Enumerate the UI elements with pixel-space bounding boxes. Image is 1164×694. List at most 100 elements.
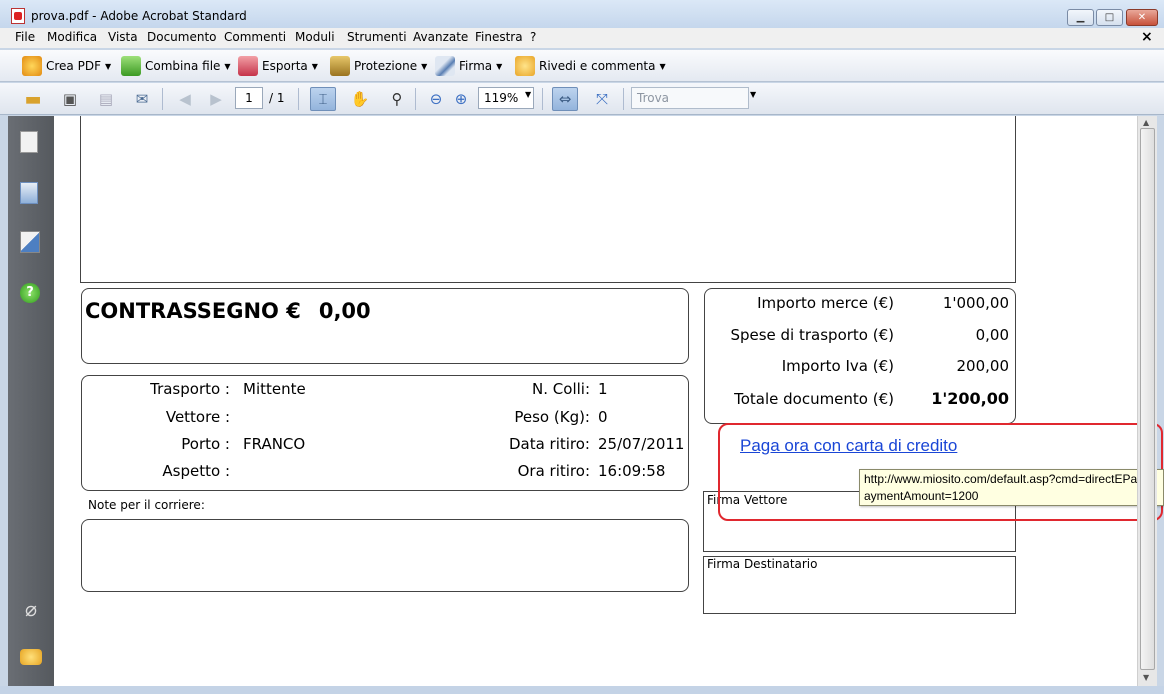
- peso-label: Peso (Kg):: [514, 408, 590, 426]
- fit-width-icon[interactable]: ⇔: [552, 87, 578, 111]
- zoom-in-icon[interactable]: ⊕: [448, 87, 474, 111]
- totals-label-totale: Totale documento (€): [734, 390, 894, 408]
- print-icon[interactable]: ▣: [57, 87, 83, 111]
- firma-button[interactable]: Firma ▼: [435, 55, 502, 77]
- data-ritiro-label: Data ritiro:: [508, 435, 590, 453]
- save-icon[interactable]: ▤: [93, 87, 119, 111]
- protezione-button[interactable]: Protezione ▼: [330, 55, 427, 77]
- chevron-down-icon[interactable]: ▼: [750, 90, 756, 99]
- pen-icon: [435, 56, 455, 76]
- combine-files-icon: [121, 56, 141, 76]
- hand-tool-icon[interactable]: ✋: [347, 87, 373, 111]
- menu-help[interactable]: ?: [530, 30, 536, 44]
- chevron-down-icon: ▼: [659, 61, 666, 71]
- chevron-down-icon: ▼: [496, 61, 503, 71]
- signatures-icon[interactable]: [20, 231, 40, 253]
- title-bar: prova.pdf - Adobe Acrobat Standard ▁ □ ✕: [0, 0, 1164, 30]
- toolbar-separator: [415, 88, 416, 110]
- previous-page-icon[interactable]: ◀: [172, 87, 198, 111]
- menu-avanzate[interactable]: Avanzate: [413, 30, 468, 44]
- toolbar-separator: [162, 88, 163, 110]
- chevron-down-icon: ▼: [421, 61, 428, 71]
- note-box: [81, 519, 689, 592]
- combina-file-label: Combina file: [145, 59, 221, 73]
- close-window-button[interactable]: ✕: [1126, 9, 1158, 26]
- menu-commenti[interactable]: Commenti: [224, 30, 286, 44]
- menu-strumenti[interactable]: Strumenti: [347, 30, 407, 44]
- chevron-down-icon[interactable]: ▼: [525, 90, 531, 99]
- comments-icon[interactable]: [20, 649, 42, 665]
- navigation-toolbar: ▬ ▣ ▤ ✉ ◀ ▶ ⌶ ✋ ⚲ ⊖ ⊕ ⇔ ⤧: [0, 83, 1164, 115]
- toolbar-separator: [542, 88, 543, 110]
- export-icon: [238, 56, 258, 76]
- create-pdf-icon: [22, 56, 42, 76]
- combina-file-button[interactable]: Combina file ▼: [121, 55, 231, 77]
- contrassegno-label: CONTRASSEGNO €: [85, 299, 301, 323]
- aspetto-label: Aspetto :: [162, 462, 230, 480]
- zoom-out-icon[interactable]: ⊖: [423, 87, 449, 111]
- scroll-down-icon[interactable]: ▼: [1143, 673, 1149, 682]
- totals-value-iva: 200,00: [956, 357, 1010, 375]
- crea-pdf-label: Crea PDF: [46, 59, 101, 73]
- chevron-down-icon: ▼: [224, 61, 231, 71]
- scroll-up-icon[interactable]: ▲: [1143, 118, 1149, 127]
- totals-value-totale: 1'200,00: [931, 389, 1009, 408]
- peso-value: 0: [598, 408, 608, 426]
- esporta-button[interactable]: Esporta ▼: [238, 55, 318, 77]
- contrassegno-value: 0,00: [318, 299, 371, 323]
- vertical-scrollbar[interactable]: ▲ ▼: [1137, 116, 1157, 686]
- close-document-icon[interactable]: ×: [1141, 29, 1153, 45]
- menu-vista[interactable]: Vista: [108, 30, 138, 44]
- bookmarks-icon[interactable]: [20, 182, 38, 204]
- protezione-label: Protezione: [354, 59, 418, 73]
- chevron-down-icon: ▼: [104, 61, 112, 71]
- task-toolbar: Crea PDF ▼ Combina file ▼ Esporta ▼ Protezi…: [0, 50, 1164, 82]
- trasporto-label: Trasporto :: [150, 380, 230, 398]
- open-folder-icon[interactable]: ▬: [20, 87, 46, 111]
- firma-label: Firma: [459, 59, 493, 73]
- help-icon[interactable]: ?: [20, 283, 40, 303]
- lock-icon: [330, 56, 350, 76]
- porto-value: FRANCO: [243, 435, 306, 453]
- next-page-icon[interactable]: ▶: [203, 87, 229, 111]
- contrassegno: CONTRASSEGNO € 0,00: [85, 299, 371, 323]
- maximize-button[interactable]: □: [1096, 9, 1123, 26]
- window-frame-bottom: [0, 686, 1164, 694]
- menu-finestra[interactable]: Finestra: [475, 30, 523, 44]
- window-title: prova.pdf - Adobe Acrobat Standard: [31, 9, 247, 23]
- colli-label: N. Colli:: [532, 380, 590, 398]
- scroll-thumb[interactable]: [1140, 128, 1155, 670]
- totals-value-merce: 1'000,00: [942, 294, 1009, 312]
- totals-label-merce: Importo merce (€): [757, 294, 894, 312]
- trasporto-value: Mittente: [243, 380, 306, 398]
- chevron-down-icon: ▼: [311, 61, 318, 71]
- vettore-label: Vettore :: [165, 408, 230, 426]
- pages-icon[interactable]: [20, 131, 38, 153]
- email-icon[interactable]: ✉: [129, 87, 155, 111]
- totals-label-trasporto: Spese di trasporto (€): [730, 326, 894, 344]
- rivedi-commenta-label: Rivedi e commenta: [539, 59, 656, 73]
- navigation-panel: ? ⌀: [8, 116, 54, 686]
- menu-moduli[interactable]: Moduli: [295, 30, 335, 44]
- data-ritiro-value: 25/07/2011: [598, 435, 685, 453]
- pdf-file-icon: [11, 8, 25, 24]
- attachments-icon[interactable]: ⌀: [20, 597, 42, 621]
- firma-destinatario-label: Firma Destinatario: [707, 557, 818, 571]
- menu-documento[interactable]: Documento: [147, 30, 217, 44]
- menu-modifica[interactable]: Modifica: [47, 30, 97, 44]
- crea-pdf-button[interactable]: Crea PDF ▼: [22, 55, 111, 77]
- toolbar-separator: [623, 88, 624, 110]
- ora-ritiro-value: 16:09:58: [598, 462, 666, 480]
- page-total: / 1: [269, 91, 285, 105]
- rivedi-commenta-button[interactable]: Rivedi e commenta ▼: [515, 55, 666, 77]
- link-tooltip: http://www.miosito.com/default.asp?cmd=d…: [859, 469, 1164, 506]
- menu-file[interactable]: File: [15, 30, 35, 44]
- minimize-button[interactable]: ▁: [1067, 9, 1094, 26]
- zoom-tool-icon[interactable]: ⚲: [384, 87, 410, 111]
- fit-page-icon[interactable]: ⤧: [589, 87, 615, 111]
- select-tool-icon[interactable]: ⌶: [310, 87, 336, 111]
- page-number-input[interactable]: 1: [235, 87, 263, 109]
- menu-bar: File Modifica Vista Documento Commenti M…: [0, 28, 1164, 48]
- find-input[interactable]: Trova: [631, 87, 749, 109]
- toolbar-separator: [298, 88, 299, 110]
